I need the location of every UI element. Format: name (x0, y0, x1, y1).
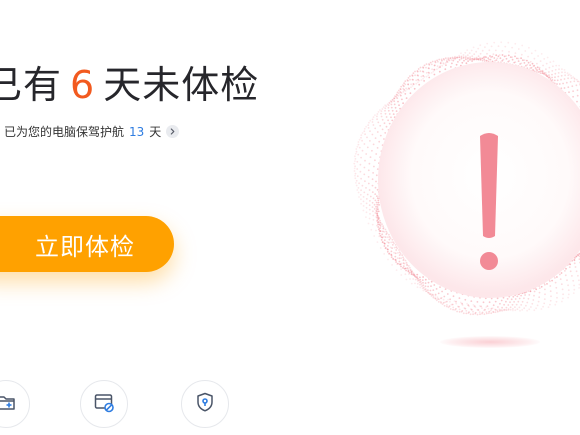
tool-button-window[interactable] (80, 380, 128, 428)
shield-lock-icon (194, 391, 216, 417)
protection-days-count: 13 (129, 124, 145, 139)
warning-globe (353, 41, 580, 316)
protection-text: 已为您的电脑保驾护航 (4, 125, 125, 139)
checkup-status-title: 已有 6 天未体检 (0, 54, 259, 109)
status-prefix: 已有 (0, 63, 63, 107)
start-checkup-button[interactable]: 立即体检 (0, 216, 174, 272)
status-suffix: 天未体检 (103, 63, 260, 107)
checkup-panel: 已有 6 天未体检 已为您的电脑保驾护航 13 天 立即体检 (0, 0, 580, 435)
tool-button-folder[interactable] (0, 380, 30, 428)
folder-add-icon (0, 391, 17, 417)
globe-shadow (440, 336, 540, 348)
window-block-icon (93, 391, 115, 417)
tool-button-shield[interactable] (181, 380, 229, 428)
chevron-right-icon[interactable] (166, 125, 180, 138)
protection-info[interactable]: 已为您的电脑保驾护航 13 天 (4, 123, 180, 140)
protection-days-unit: 天 (149, 125, 162, 139)
status-days-count: 6 (70, 63, 96, 107)
